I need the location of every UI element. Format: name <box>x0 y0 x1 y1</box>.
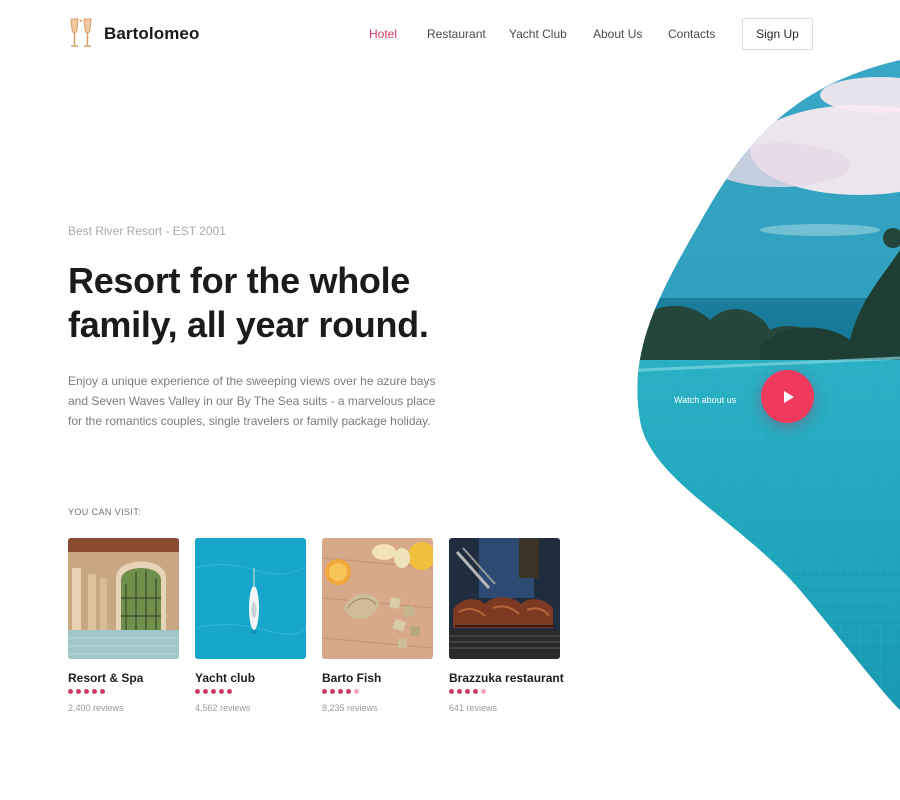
description-line: and Seven Waves Valley in our By The Sea… <box>68 394 436 408</box>
card-title: Brazzuka restaurant <box>449 671 564 685</box>
nav-item-hotel[interactable]: Hotel <box>369 27 397 41</box>
rating-dot <box>330 689 335 694</box>
rating-dot <box>68 689 73 694</box>
visit-card-resort-spa[interactable]: Resort & Spa 2,400 reviews <box>68 538 179 713</box>
rating-dot <box>76 689 81 694</box>
card-title: Resort & Spa <box>68 671 144 685</box>
sign-up-button[interactable]: Sign Up <box>742 18 813 50</box>
visit-section-label: YOU CAN VISIT: <box>68 507 142 517</box>
rating-dot <box>346 689 351 694</box>
rating-dot <box>203 689 208 694</box>
play-video-button[interactable] <box>761 370 814 423</box>
nav-item-about-us[interactable]: About Us <box>593 27 642 41</box>
resort-spa-photo <box>68 538 179 659</box>
site-header: Bartolomeo Hotel Restaurant Yacht Club A… <box>0 0 900 80</box>
headline-line: Resort for the whole <box>68 260 411 301</box>
visit-card-brazzuka-restaurant[interactable]: Brazzuka restaurant 641 reviews <box>449 538 564 713</box>
rating-dot <box>481 689 486 694</box>
visit-card-yacht-club[interactable]: Yacht club 4,562 reviews <box>195 538 306 713</box>
card-title: Barto Fish <box>322 671 382 685</box>
rating-dot <box>354 689 359 694</box>
nav-item-contacts[interactable]: Contacts <box>668 27 715 41</box>
yacht-photo <box>195 538 306 659</box>
card-title: Yacht club <box>195 671 256 685</box>
rating-dot <box>227 689 232 694</box>
play-icon <box>783 390 794 403</box>
rating-dot <box>473 689 478 694</box>
rating-dot <box>211 689 216 694</box>
rating-dot <box>449 689 454 694</box>
nav-item-yacht-club[interactable]: Yacht Club <box>509 27 567 41</box>
rating-stars <box>68 689 179 697</box>
nav-item-restaurant[interactable]: Restaurant <box>427 27 486 41</box>
headline-line: family, all year round. <box>68 304 429 345</box>
hero-description: Enjoy a unique experience of the sweepin… <box>68 371 448 431</box>
rating-stars <box>322 689 433 697</box>
review-count: 641 reviews <box>449 703 498 713</box>
fish-dish-photo <box>322 538 433 659</box>
review-count: 2,400 reviews <box>68 703 124 713</box>
rating-dot <box>100 689 105 694</box>
rating-stars <box>449 689 560 697</box>
page-title: Resort for the whole family, all year ro… <box>68 259 488 347</box>
rating-dot <box>457 689 462 694</box>
rating-dot <box>195 689 200 694</box>
description-line: Enjoy a unique experience of the sweepin… <box>68 374 436 388</box>
rating-dot <box>219 689 224 694</box>
hero-eyebrow: Best River Resort - EST 2001 <box>68 224 226 238</box>
description-line: for the romantics couples, single travel… <box>68 414 431 428</box>
watch-video-label[interactable]: Watch about us <box>674 395 736 405</box>
rating-dot <box>92 689 97 694</box>
rating-stars <box>195 689 306 697</box>
grill-photo <box>449 538 560 659</box>
review-count: 8,235 reviews <box>322 703 378 713</box>
review-count: 4,562 reviews <box>195 703 251 713</box>
rating-dot <box>322 689 327 694</box>
rating-dot <box>465 689 470 694</box>
rating-dot <box>84 689 89 694</box>
visit-card-barto-fish[interactable]: Barto Fish 8,235 reviews <box>322 538 433 713</box>
rating-dot <box>338 689 343 694</box>
